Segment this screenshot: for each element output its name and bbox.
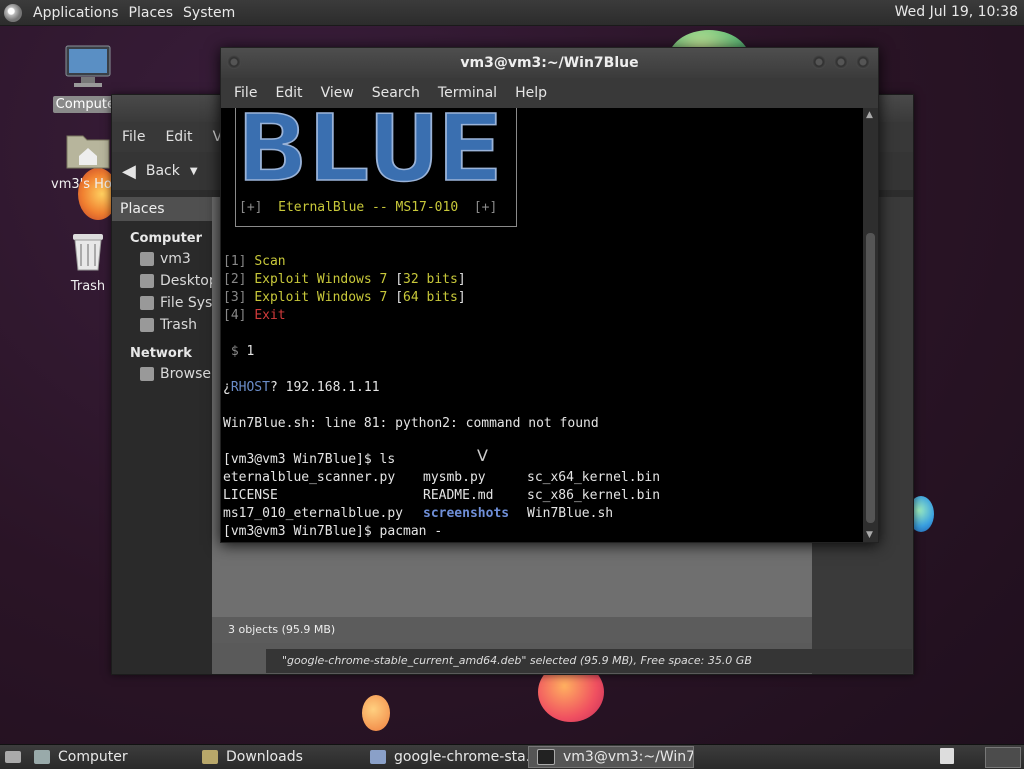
sidebar-item-label: Desktop <box>160 273 212 289</box>
places-header[interactable]: Places <box>112 197 212 221</box>
show-desktop-button[interactable] <box>0 747 26 767</box>
menu-option-3: [3] Exploit Windows 7 [64 bits] <box>223 290 466 305</box>
back-arrow-icon: ◀ <box>122 160 136 182</box>
sidebar-item-vm3[interactable]: vm3 <box>112 248 212 270</box>
applications-menu[interactable]: Applications <box>4 3 124 22</box>
menu-system[interactable]: System <box>178 5 240 21</box>
prompt-line-ls: [vm3@vm3 Win7Blue]$ ls <box>223 452 396 467</box>
clock[interactable]: Wed Jul 19, 10:38 <box>895 4 1018 20</box>
sidebar-item-trash[interactable]: Trash <box>112 314 212 336</box>
menu-option-4: [4] Exit <box>223 308 286 323</box>
trash-icon <box>73 234 103 271</box>
desktop-icon-label: Trash <box>70 279 106 294</box>
window-menu-button[interactable] <box>227 55 241 69</box>
maximize-button[interactable] <box>834 55 848 69</box>
term-menu-view[interactable]: View <box>312 85 363 101</box>
sidebar-section-computer: Computer <box>130 231 203 246</box>
home-icon <box>140 252 154 266</box>
back-button[interactable]: ◀ Back ▼ <box>122 161 198 182</box>
close-button[interactable] <box>856 55 870 69</box>
home-folder-icon <box>66 135 110 169</box>
choice-line: $ 1 <box>230 344 255 359</box>
text-cursor-icon: Ⅴ <box>477 446 488 465</box>
workspace-pager[interactable] <box>985 747 1021 768</box>
taskbar-item-label: vm3@vm3:~/Win7B... <box>563 749 693 765</box>
term-menu-help[interactable]: Help <box>506 85 556 101</box>
drive-icon <box>140 296 154 310</box>
folder-icon <box>202 750 218 764</box>
sidebar-item-label: Trash <box>160 317 197 333</box>
workspace-switcher-icon[interactable] <box>940 748 954 764</box>
menu-option-2: [2] Exploit Windows 7 [32 bits] <box>223 272 466 287</box>
show-desktop-icon <box>5 751 21 763</box>
sidebar-item-label: Browse Network <box>160 366 212 382</box>
fm-menu-file[interactable]: File <box>112 129 155 145</box>
computer-icon <box>34 750 50 764</box>
network-icon <box>140 367 154 381</box>
menu-applications[interactable]: Applications <box>28 5 124 21</box>
taskbar-item-downloads[interactable]: Downloads <box>194 746 362 768</box>
error-line: Win7Blue.sh: line 81: python2: command n… <box>223 416 599 431</box>
taskbar-item-label: Computer <box>58 749 128 765</box>
term-menu-search[interactable]: Search <box>363 85 429 101</box>
sidebar-item-desktop[interactable]: Desktop <box>112 270 212 292</box>
trash-icon <box>140 318 154 332</box>
directory-entry: screenshots <box>423 506 510 521</box>
term-menu-edit[interactable]: Edit <box>266 85 311 101</box>
terminal-title: vm3@vm3:~/Win7Blue <box>460 55 639 71</box>
wallpaper-bubble <box>362 695 390 731</box>
back-label: Back <box>145 163 180 179</box>
minimize-button[interactable] <box>812 55 826 69</box>
selection-status: "google-chrome-stable_current_amd64.deb"… <box>266 649 912 673</box>
scroll-up-arrow-icon[interactable]: ▲ <box>866 110 873 120</box>
prompt-line-current: [vm3@vm3 Win7Blue]$ pacman - <box>223 524 443 539</box>
chevron-down-icon: ▼ <box>189 165 198 177</box>
term-menu-terminal[interactable]: Terminal <box>429 85 506 101</box>
taskbar-item-label: google-chrome-sta... <box>394 749 528 765</box>
computer-icon <box>65 45 111 87</box>
sidebar-item-label: File System <box>160 295 212 311</box>
menu-option-1: [1] Scan <box>223 254 286 269</box>
svg-text:BLUE: BLUE <box>239 108 503 188</box>
ls-row: LICENSE README.md sc_x86_kernel.bin <box>223 488 661 503</box>
ls-row: ms17_010_eternalblue.py screenshots Win7Bl… <box>223 506 614 521</box>
banner-subtitle: [+] EternalBlue -- MS17-010 [+] <box>239 200 498 215</box>
terminal-window[interactable]: vm3@vm3:~/Win7Blue File Edit View Search… <box>220 47 879 543</box>
package-icon <box>370 750 386 764</box>
taskbar: Computer Downloads google-chrome-sta... … <box>0 744 1024 769</box>
taskbar-item-label: Downloads <box>226 749 303 765</box>
sidebar-section-network: Network <box>130 346 192 361</box>
folder-status: 3 objects (95.9 MB) <box>212 617 812 643</box>
scrollbar-thumb[interactable] <box>866 233 875 523</box>
sidebar-item-browse-network[interactable]: Browse Network <box>112 363 212 385</box>
top-panel: Applications Places System Wed Jul 19, 1… <box>0 0 1024 26</box>
term-menu-file[interactable]: File <box>225 85 266 101</box>
fm-menu-edit[interactable]: Edit <box>155 129 202 145</box>
scroll-down-arrow-icon[interactable]: ▼ <box>866 530 873 540</box>
terminal-menubar: File Edit View Search Terminal Help <box>221 78 878 108</box>
distro-logo-icon <box>4 3 22 22</box>
taskbar-item-terminal[interactable]: vm3@vm3:~/Win7B... <box>528 746 694 768</box>
ls-row: eternalblue_scanner.py mysmb.py sc_x64_ker… <box>223 470 661 485</box>
blue-ascii-banner: BLUE <box>239 108 504 188</box>
sidebar-item-file-system[interactable]: File System <box>112 292 212 314</box>
sidebar-item-label: vm3 <box>160 251 191 267</box>
rhost-line: ¿RHOST? 192.168.1.11 <box>223 380 380 395</box>
terminal-output[interactable]: BLUE [+] EternalBlue -- MS17-010 [+] [1]… <box>221 108 863 542</box>
menu-places[interactable]: Places <box>124 5 179 21</box>
terminal-titlebar[interactable]: vm3@vm3:~/Win7Blue <box>221 48 878 78</box>
terminal-scrollbar[interactable]: ▲ ▼ <box>863 108 878 542</box>
desktop-icon <box>140 274 154 288</box>
places-sidebar: Places Computer vm3 Desktop File System … <box>112 197 212 674</box>
taskbar-item-package[interactable]: google-chrome-sta... <box>362 746 528 768</box>
taskbar-item-computer[interactable]: Computer <box>26 746 194 768</box>
terminal-icon <box>537 749 555 765</box>
